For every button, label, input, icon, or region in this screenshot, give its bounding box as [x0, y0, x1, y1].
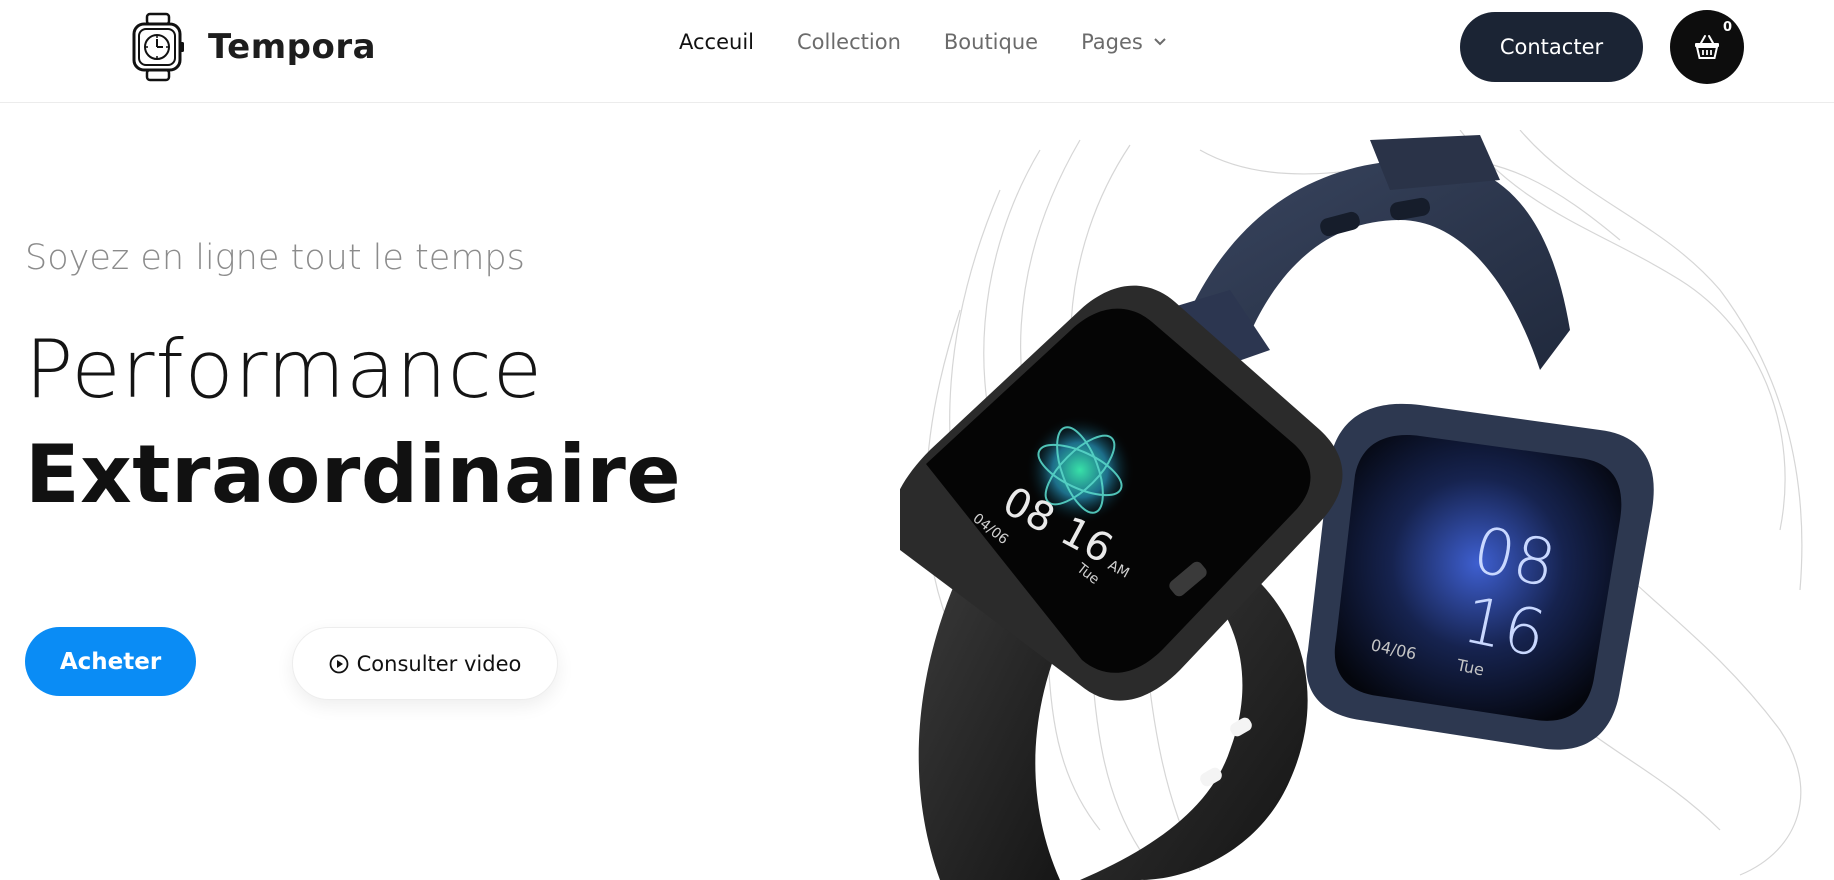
nav-item-pages-label: Pages	[1081, 30, 1143, 54]
hero-tagline: Soyez en ligne tout le temps	[25, 238, 525, 278]
smartwatch-illustration: 08 16 04/06 Tue 08 16 AM 04/06 Tue	[900, 130, 1803, 880]
hero-smartwatch-image: 08 16 04/06 Tue 08 16 AM 04/06 Tue	[900, 130, 1834, 880]
nav-item-collection[interactable]: Collection	[797, 30, 901, 54]
black-smartwatch: 08 16 AM 04/06 Tue	[900, 285, 1343, 880]
nav-item-pages[interactable]: Pages	[1081, 30, 1167, 54]
play-circle-icon	[329, 654, 349, 673]
chevron-down-icon	[1154, 38, 1166, 46]
watch-icon	[132, 12, 184, 82]
watch-video-label: Consulter video	[356, 651, 522, 676]
cart-button[interactable]: 0	[1670, 10, 1744, 84]
brand-logo[interactable]: Tempora	[128, 12, 376, 82]
basket-icon	[1695, 35, 1719, 59]
brand-name: Tempora	[208, 27, 377, 67]
buy-button[interactable]: Acheter	[25, 627, 196, 696]
page: Tempora Acceuil Collection Boutique Page…	[0, 0, 1834, 880]
main-nav: Acceuil Collection Boutique Pages	[679, 30, 1210, 54]
hero-title-line2: Extraordinaire	[25, 428, 682, 521]
site-header: Tempora Acceuil Collection Boutique Page…	[0, 0, 1834, 103]
nav-item-acceuil[interactable]: Acceuil	[679, 30, 754, 54]
nav-item-boutique[interactable]: Boutique	[944, 30, 1038, 54]
watch-video-button[interactable]: Consulter video	[292, 627, 558, 700]
hero-title-line1: Performance	[25, 323, 543, 416]
contact-button[interactable]: Contacter	[1460, 12, 1643, 82]
cart-count-badge: 0	[1722, 20, 1732, 35]
